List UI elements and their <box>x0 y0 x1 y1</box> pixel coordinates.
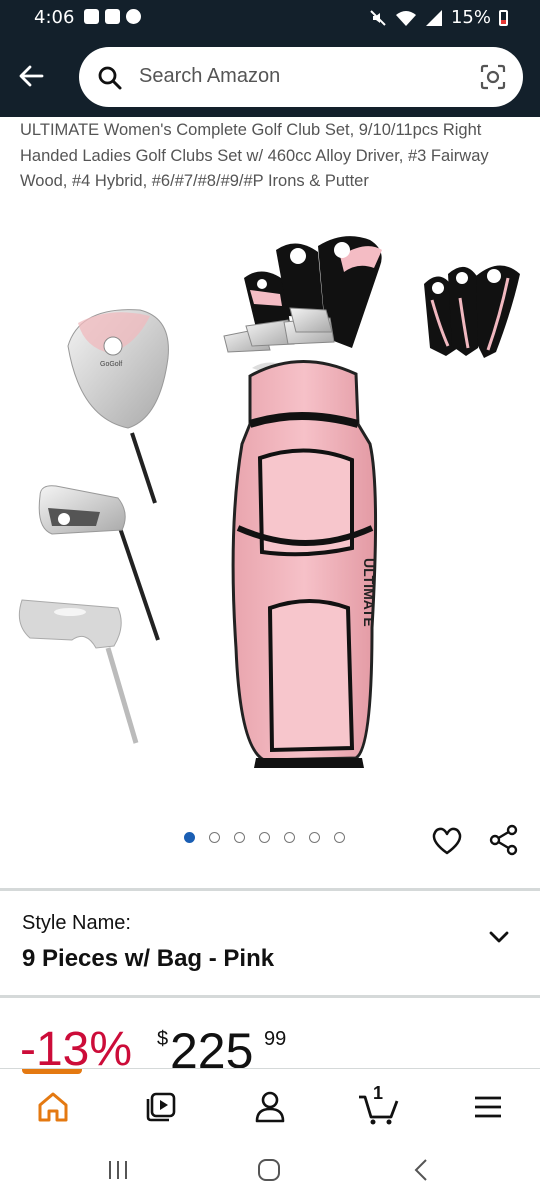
menu-icon[interactable] <box>468 1087 508 1127</box>
price-whole: 225 <box>170 1023 254 1070</box>
system-navigation-bar <box>0 1138 540 1204</box>
compass-icon <box>126 9 141 24</box>
pagination-dot[interactable] <box>184 832 195 843</box>
product-image-gallery[interactable]: GoGolf ULTIMATE <box>0 228 540 818</box>
discount-percent: -13% <box>20 1023 133 1070</box>
style-value[interactable]: 9 Pieces w/ Bag - Pink <box>22 945 274 973</box>
active-tab-indicator <box>22 1069 82 1074</box>
pagination-dot[interactable] <box>284 832 295 843</box>
battery-percent: 15% <box>450 7 491 28</box>
price-currency: $ <box>157 1028 169 1050</box>
headcovers <box>424 265 520 358</box>
wifi-icon <box>395 10 416 26</box>
pagination-dot[interactable] <box>234 832 245 843</box>
product-title[interactable]: ULTIMATE Women's Complete Golf Club Set,… <box>20 118 520 195</box>
golf-bag: ULTIMATE <box>223 236 382 768</box>
battery-icon <box>499 9 508 26</box>
putter-club <box>18 599 139 744</box>
driver-club: GoGolf <box>67 309 169 504</box>
arrow-left-icon[interactable] <box>16 60 48 92</box>
home-circle-icon[interactable] <box>257 1158 281 1182</box>
status-notification-icons <box>84 9 141 24</box>
video-icon[interactable] <box>141 1087 181 1127</box>
chevron-down-icon[interactable] <box>487 925 511 949</box>
golf-set-product-image: GoGolf ULTIMATE <box>18 236 520 768</box>
notification-icon <box>84 9 99 24</box>
share-icon[interactable] <box>488 824 520 856</box>
price-fraction: 99 <box>264 1028 287 1050</box>
pagination-dot[interactable] <box>334 832 345 843</box>
style-label: Style Name: <box>22 912 131 934</box>
search-icon <box>98 66 122 90</box>
cart-icon[interactable] <box>357 1087 401 1127</box>
recent-apps-icon[interactable] <box>106 1158 130 1182</box>
price-row: -13% $ 225 99 <box>20 1018 540 1070</box>
signal-icon <box>425 9 442 26</box>
account-icon[interactable] <box>250 1087 290 1127</box>
search-bar[interactable]: Search Amazon <box>79 47 523 107</box>
status-time: 4:06 <box>34 7 75 28</box>
driver-brand-text: GoGolf <box>100 361 122 368</box>
section-divider <box>0 888 540 891</box>
pagination-dot[interactable] <box>209 832 220 843</box>
home-icon[interactable] <box>33 1087 73 1127</box>
heart-icon[interactable] <box>431 826 463 856</box>
photo-icon <box>105 9 120 24</box>
section-divider <box>0 995 540 998</box>
status-bar: 4:06 15% <box>0 0 540 36</box>
search-input[interactable]: Search Amazon <box>139 65 280 88</box>
pagination-dot[interactable] <box>309 832 320 843</box>
image-pagination[interactable] <box>184 832 345 843</box>
bag-brand-text: ULTIMATE <box>361 558 377 627</box>
pagination-dot[interactable] <box>259 832 270 843</box>
back-chevron-icon[interactable] <box>410 1158 434 1182</box>
mute-icon <box>370 9 386 26</box>
app-header: Search Amazon <box>0 36 540 117</box>
camera-lens-icon[interactable] <box>479 63 507 91</box>
status-right: 15% <box>369 7 508 28</box>
bottom-navigation: 1 <box>0 1068 540 1139</box>
